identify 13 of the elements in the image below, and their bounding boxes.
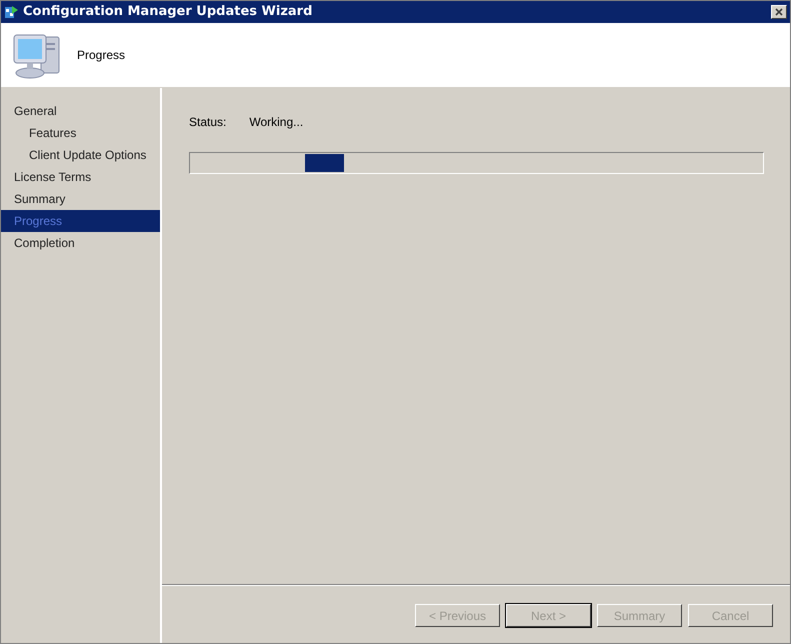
sidebar-item[interactable]: Summary xyxy=(1,188,160,210)
status-value: Working... xyxy=(249,114,304,131)
sidebar-item[interactable]: License Terms xyxy=(1,166,160,188)
status-label: Status: xyxy=(189,114,226,131)
sidebar-item[interactable]: Completion xyxy=(1,232,160,254)
sidebar-item[interactable]: General xyxy=(1,100,160,122)
app-icon xyxy=(4,4,20,20)
close-icon xyxy=(775,8,783,16)
sidebar-item[interactable]: Features xyxy=(1,122,160,144)
page-title: Progress xyxy=(77,47,126,64)
sidebar-item[interactable]: Client Update Options xyxy=(1,144,160,166)
window-title: Configuration Manager Updates Wizard xyxy=(23,3,312,22)
close-button[interactable] xyxy=(771,5,787,19)
